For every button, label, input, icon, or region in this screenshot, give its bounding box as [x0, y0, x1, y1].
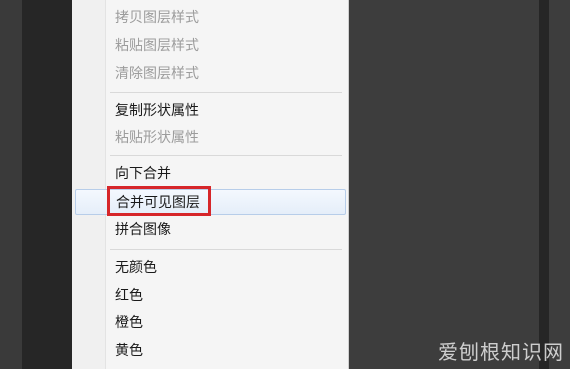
menu-separator: [110, 92, 342, 93]
left-edge-panel: [0, 0, 22, 369]
highlight-annotation-box: [107, 186, 211, 216]
right-dark-panel: [349, 0, 570, 369]
menu-item-paste-shape-attributes[interactable]: 粘贴形状属性: [72, 125, 347, 151]
menu-item-orange[interactable]: 橙色: [72, 310, 347, 336]
menu-item-paste-layer-style[interactable]: 粘贴图层样式: [72, 33, 347, 59]
watermark-text: 爱刨根知识网: [438, 340, 564, 364]
menu-item-red[interactable]: 红色: [72, 283, 347, 309]
menu-separator: [110, 155, 342, 156]
left-dark-panel: [22, 0, 72, 369]
menu-item-clear-layer-style[interactable]: 清除图层样式: [72, 61, 347, 87]
menu-item-flatten-image[interactable]: 拼合图像: [72, 217, 347, 243]
layer-context-menu: 拷贝图层样式 粘贴图层样式 清除图层样式 复制形状属性 粘贴形状属性 向下合并 …: [72, 0, 349, 369]
menu-item-merge-down[interactable]: 向下合并: [72, 161, 347, 187]
menu-item-yellow[interactable]: 黄色: [72, 338, 347, 364]
menu-item-copy-layer-style[interactable]: 拷贝图层样式: [72, 5, 347, 31]
right-divider-strip: [539, 0, 549, 369]
menu-item-copy-shape-attributes[interactable]: 复制形状属性: [72, 98, 347, 124]
menu-separator: [110, 249, 342, 250]
menu-item-no-color[interactable]: 无颜色: [72, 255, 347, 281]
